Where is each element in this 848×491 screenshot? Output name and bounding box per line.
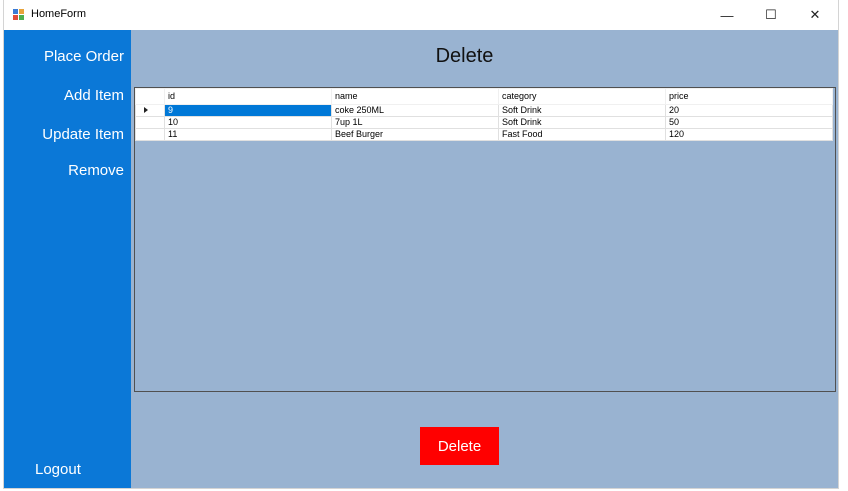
nav-update-item[interactable]: Update Item	[42, 126, 124, 143]
cell-name[interactable]: Beef Burger	[331, 128, 499, 141]
cell-name[interactable]: 7up 1L	[331, 116, 499, 129]
table-row[interactable]: 11 Beef Burger Fast Food 120	[135, 128, 833, 141]
cell-name[interactable]: coke 250ML	[331, 104, 499, 117]
cell-category[interactable]: Soft Drink	[498, 116, 666, 129]
homeform-window: HomeForm — ☐ ✕ Place Order Add Item Upda…	[3, 0, 839, 489]
delete-button[interactable]: Delete	[420, 427, 499, 465]
cell-id[interactable]: 10	[164, 116, 332, 129]
cell-id[interactable]: 11	[164, 128, 332, 141]
app-icon	[13, 9, 25, 21]
table-row[interactable]: 10 7up 1L Soft Drink 50	[135, 116, 833, 129]
cell-price[interactable]: 20	[665, 104, 833, 117]
cell-price[interactable]: 50	[665, 116, 833, 129]
window-title: HomeForm	[31, 8, 87, 20]
close-button[interactable]: ✕	[793, 0, 837, 30]
items-table: id name category price 9 coke 250ML Soft…	[135, 88, 833, 141]
main-panel: Delete id name category price 9 coke 250…	[131, 30, 838, 488]
column-header-price[interactable]: price	[665, 88, 833, 105]
row-header[interactable]	[135, 128, 165, 141]
logout-link[interactable]: Logout	[35, 461, 81, 478]
column-header-id[interactable]: id	[164, 88, 332, 105]
page-title: Delete	[435, 45, 494, 67]
row-header-corner	[135, 88, 165, 105]
title-bar[interactable]: HomeForm — ☐ ✕	[4, 0, 838, 30]
nav-place-order[interactable]: Place Order	[44, 48, 124, 65]
nav-remove[interactable]: Remove	[68, 162, 124, 179]
current-row-arrow-icon	[144, 107, 148, 113]
table-header-row: id name category price	[135, 88, 833, 105]
table-row[interactable]: 9 coke 250ML Soft Drink 20	[135, 104, 833, 117]
sidebar: Place Order Add Item Update Item Remove …	[4, 30, 131, 488]
nav-add-item[interactable]: Add Item	[64, 87, 124, 104]
column-header-name[interactable]: name	[331, 88, 499, 105]
maximize-button[interactable]: ☐	[749, 0, 793, 30]
row-header[interactable]	[135, 116, 165, 129]
row-header[interactable]	[135, 104, 165, 117]
cell-price[interactable]: 120	[665, 128, 833, 141]
cell-category[interactable]: Soft Drink	[498, 104, 666, 117]
column-header-category[interactable]: category	[498, 88, 666, 105]
cell-category[interactable]: Fast Food	[498, 128, 666, 141]
cell-id[interactable]: 9	[164, 104, 332, 117]
minimize-button[interactable]: —	[705, 0, 749, 30]
items-data-grid[interactable]: id name category price 9 coke 250ML Soft…	[134, 87, 836, 392]
